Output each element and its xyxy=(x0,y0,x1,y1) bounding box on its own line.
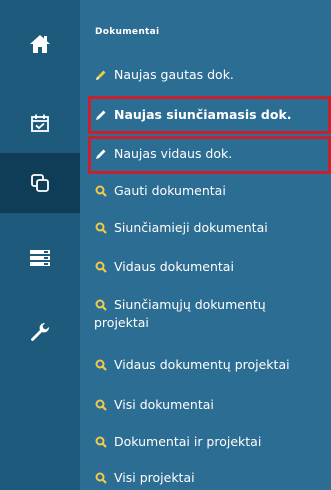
menu-item-internal-docs[interactable]: Vidaus dokumentai xyxy=(94,258,234,276)
rail-list-button[interactable] xyxy=(0,238,80,278)
menu-item-label: Dokumentai ir projektai xyxy=(114,434,262,449)
menu-item-internal-projects[interactable]: Vidaus dokumentų projektai xyxy=(94,356,290,374)
list-icon xyxy=(30,250,50,266)
search-icon xyxy=(94,396,108,414)
menu-item-label: Vidaus dokumentai xyxy=(114,259,234,274)
menu-item-outgoing-docs[interactable]: Siunčiamieji dokumentai xyxy=(94,219,268,237)
rail-home-button[interactable] xyxy=(0,22,80,66)
highlight-internal xyxy=(88,136,331,174)
search-icon xyxy=(94,182,108,200)
pencil-icon xyxy=(94,66,108,84)
menu-item-docs-and-projects[interactable]: Dokumentai ir projektai xyxy=(94,433,261,451)
documents-icon xyxy=(31,174,49,192)
menu-item-label: Gauti dokumentai xyxy=(114,183,226,198)
search-icon xyxy=(94,219,108,237)
search-icon xyxy=(94,356,108,374)
rail-settings-button[interactable] xyxy=(0,310,80,355)
menu-item-all-docs[interactable]: Visi dokumentai xyxy=(94,396,214,414)
menu-item-outgoing-projects[interactable]: Siunčiamųjų dokumentų projektai xyxy=(94,296,324,332)
rail-documents-button[interactable] xyxy=(0,153,80,213)
icon-rail xyxy=(0,0,80,490)
search-icon xyxy=(94,258,108,276)
wrench-icon xyxy=(30,322,50,341)
menu-item-label: Visi projektai xyxy=(114,470,195,485)
menu-item-label: Vidaus dokumentų projektai xyxy=(114,357,290,372)
menu-item-label: Siunčiamieji dokumentai xyxy=(114,220,268,235)
search-icon xyxy=(94,469,108,487)
highlight-outgoing xyxy=(88,96,331,134)
menu-item-received-docs[interactable]: Gauti dokumentai xyxy=(94,182,226,200)
rail-calendar-button[interactable] xyxy=(0,98,80,148)
menu-item-label: Visi dokumentai xyxy=(114,397,214,412)
menu-item-all-projects[interactable]: Visi projektai xyxy=(94,469,195,487)
home-icon xyxy=(30,35,50,53)
menu-item-label: Naujas gautas dok. xyxy=(114,67,234,82)
section-title: Dokumentai xyxy=(95,27,160,37)
documents-menu-panel: Dokumentai Naujas gautas dok. Naujas siu… xyxy=(80,0,331,490)
menu-item-label: Siunčiamųjų dokumentų projektai xyxy=(94,297,266,330)
calendar-check-icon xyxy=(31,114,49,132)
search-icon xyxy=(94,433,108,451)
menu-item-new-received[interactable]: Naujas gautas dok. xyxy=(94,66,234,84)
app-window: Dokumentai Naujas gautas dok. Naujas siu… xyxy=(0,0,331,490)
search-icon xyxy=(94,296,108,314)
